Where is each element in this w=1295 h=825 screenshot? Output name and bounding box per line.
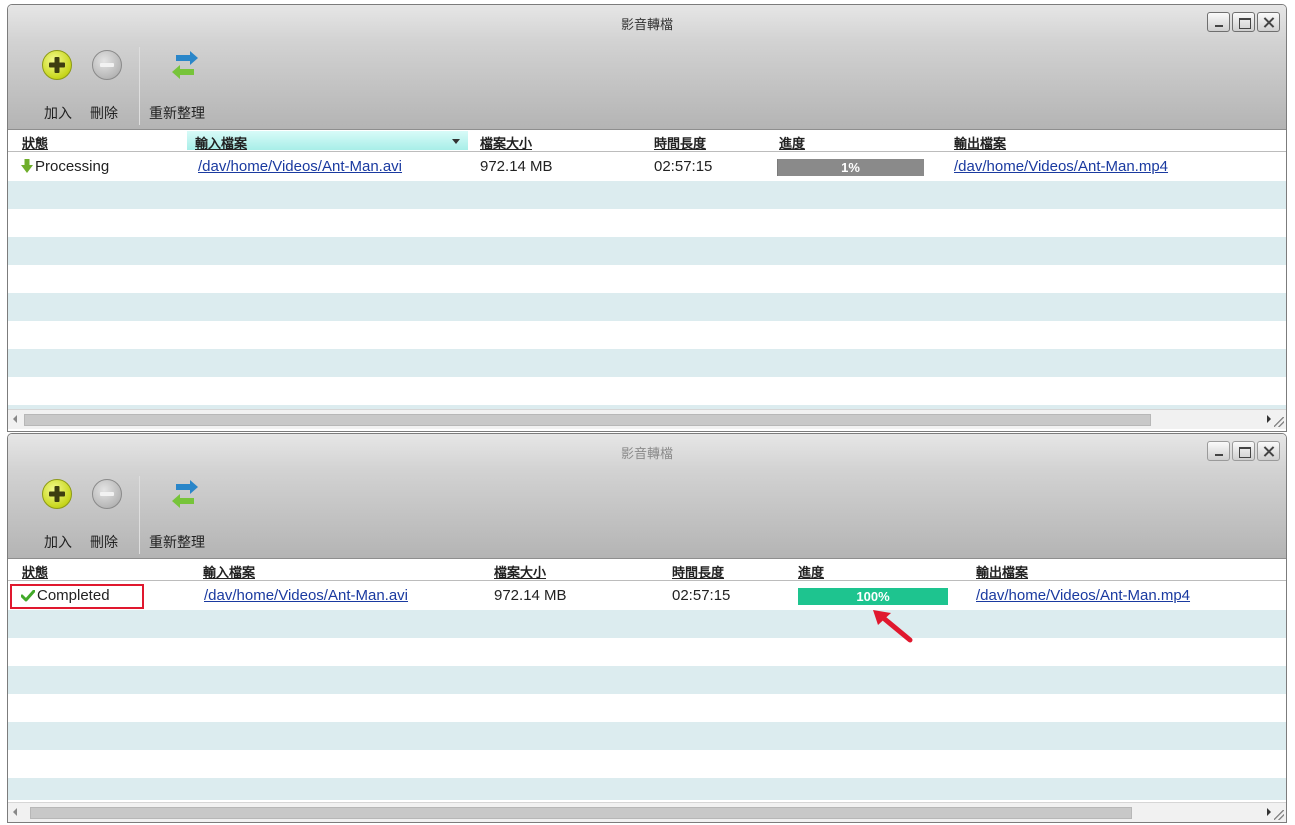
window-controls — [1207, 441, 1280, 461]
add-button[interactable] — [42, 479, 72, 509]
plus-circle-icon — [42, 479, 72, 509]
output-file-link[interactable]: /dav/home/Videos/Ant-Man.mp4 — [976, 587, 1190, 604]
remove-label: 刪除 — [90, 534, 118, 550]
job-list: Completed /dav/home/Videos/Ant-Man.avi 9… — [8, 582, 1286, 800]
resize-grip-icon[interactable] — [1274, 417, 1284, 427]
scrollbar-thumb[interactable] — [24, 414, 1151, 426]
column-header-status[interactable]: 狀態 — [22, 133, 48, 152]
input-file-link[interactable]: /dav/home/Videos/Ant-Man.avi — [204, 587, 408, 604]
column-header-status[interactable]: 狀態 — [22, 562, 48, 581]
title-toolbar-area: 影音轉檔 加入 刪除 重新整理 — [8, 5, 1286, 130]
add-button[interactable] — [42, 50, 72, 80]
minus-circle-icon — [92, 479, 122, 509]
remove-label: 刪除 — [90, 105, 118, 121]
scroll-right-icon[interactable] — [1267, 415, 1271, 423]
column-header-output-file[interactable]: 輸出檔案 — [954, 133, 1006, 152]
down-arrow-icon — [21, 159, 33, 173]
maximize-icon — [1233, 13, 1254, 31]
video-convert-window-processing: 影音轉檔 加入 刪除 重新整理 狀態 輸入檔案 檔案大小 時間長度 進度 輸出檔… — [7, 4, 1287, 432]
refresh-arrows-icon — [172, 51, 198, 79]
column-header-output-file[interactable]: 輸出檔案 — [976, 562, 1028, 581]
progress-text: 1% — [841, 160, 860, 175]
column-header-input-file[interactable]: 輸入檔案 — [195, 133, 247, 152]
input-file-link[interactable]: /dav/home/Videos/Ant-Man.avi — [198, 158, 402, 175]
duration-value: 02:57:15 — [654, 158, 713, 175]
refresh-label: 重新整理 — [149, 105, 205, 121]
column-header-file-size[interactable]: 檔案大小 — [494, 562, 546, 581]
output-file-link[interactable]: /dav/home/Videos/Ant-Man.mp4 — [954, 158, 1168, 175]
minimize-icon — [1208, 442, 1229, 460]
toolbar-separator — [139, 47, 140, 125]
horizontal-scrollbar[interactable] — [8, 802, 1286, 822]
refresh-label: 重新整理 — [149, 534, 205, 550]
file-size-value: 972.14 MB — [480, 158, 553, 175]
close-button[interactable] — [1257, 441, 1280, 461]
minimize-button[interactable] — [1207, 441, 1230, 461]
scroll-left-icon[interactable] — [13, 808, 17, 816]
refresh-arrows-icon — [172, 480, 198, 508]
minimize-icon — [1208, 13, 1229, 31]
remove-button[interactable] — [92, 479, 122, 509]
job-list: Processing /dav/home/Videos/Ant-Man.avi … — [8, 153, 1286, 409]
scrollbar-thumb[interactable] — [30, 807, 1132, 819]
duration-value: 02:57:15 — [672, 587, 731, 604]
progress-bar: 100% — [798, 588, 948, 605]
status-text: Processing — [35, 158, 110, 175]
minus-circle-icon — [92, 50, 122, 80]
scroll-right-icon[interactable] — [1267, 808, 1271, 816]
toolbar-separator — [139, 476, 140, 554]
title-toolbar-area: 影音轉檔 加入 刪除 重新整理 — [8, 434, 1286, 559]
column-header-input-file[interactable]: 輸入檔案 — [203, 562, 255, 581]
horizontal-scrollbar[interactable] — [8, 409, 1286, 429]
progress-text: 100% — [856, 589, 890, 604]
close-button[interactable] — [1257, 12, 1280, 32]
refresh-button[interactable] — [168, 49, 202, 88]
column-header-duration[interactable]: 時間長度 — [654, 133, 706, 152]
table-header: 狀態 輸入檔案 檔案大小 時間長度 進度 輸出檔案 — [8, 559, 1286, 581]
maximize-button[interactable] — [1232, 12, 1255, 32]
column-header-duration[interactable]: 時間長度 — [672, 562, 724, 581]
minimize-button[interactable] — [1207, 12, 1230, 32]
pointer-arrow-annotation — [873, 610, 913, 643]
maximize-button[interactable] — [1232, 441, 1255, 461]
table-header: 狀態 輸入檔案 檔案大小 時間長度 進度 輸出檔案 — [8, 130, 1286, 152]
window-controls — [1207, 12, 1280, 32]
video-convert-window-completed: 影音轉檔 加入 刪除 重新整理 狀態 輸入檔案 檔案大小 時間長度 進度 輸出檔… — [7, 433, 1287, 823]
column-header-file-size[interactable]: 檔案大小 — [480, 133, 532, 152]
column-header-progress[interactable]: 進度 — [779, 133, 805, 152]
close-icon — [1258, 442, 1279, 460]
progress-fill — [777, 159, 779, 176]
window-title: 影音轉檔 — [620, 446, 673, 461]
file-size-value: 972.14 MB — [494, 587, 567, 604]
progress-bar: 1% — [777, 159, 924, 176]
maximize-icon — [1233, 442, 1254, 460]
status-highlight-annotation — [10, 584, 144, 609]
close-icon — [1258, 13, 1279, 31]
plus-circle-icon — [42, 50, 72, 80]
column-header-progress[interactable]: 進度 — [798, 562, 824, 581]
add-label: 加入 — [44, 534, 72, 550]
add-label: 加入 — [44, 105, 72, 121]
refresh-button[interactable] — [168, 478, 202, 517]
sort-dropdown-icon[interactable] — [452, 139, 460, 144]
window-title: 影音轉檔 — [620, 17, 673, 32]
resize-grip-icon[interactable] — [1274, 810, 1284, 820]
remove-button[interactable] — [92, 50, 122, 80]
scroll-left-icon[interactable] — [13, 415, 17, 423]
